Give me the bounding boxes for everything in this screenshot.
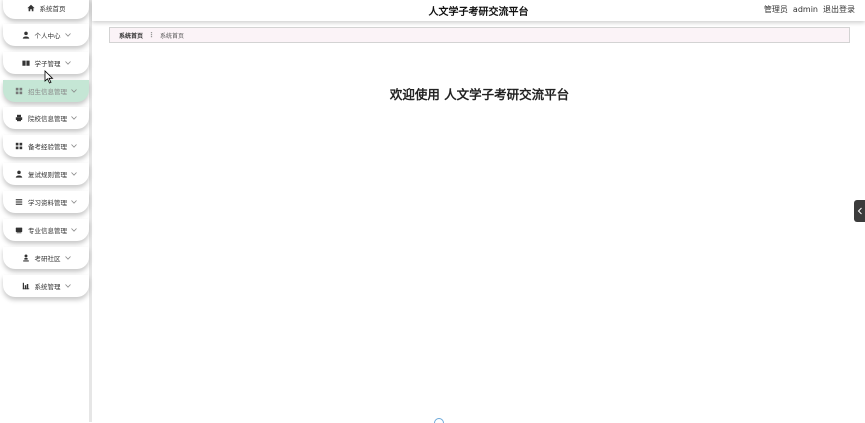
- sidebar-item-label: 备考经验管理: [28, 143, 67, 151]
- username: admin: [792, 5, 818, 14]
- sidebar-item-label: 招生信息管理: [28, 88, 67, 96]
- sidebar: 系统首页 个人中心 学子管理 招生信息管理 院校信息管理 备考经验管理 复试规则…: [0, 0, 92, 422]
- chevron-down-icon: [64, 61, 71, 65]
- list-icon: [15, 199, 23, 205]
- user-icon: [15, 170, 23, 178]
- sidebar-item-experience[interactable]: 备考经验管理: [3, 135, 89, 157]
- chevron-down-icon: [71, 228, 77, 232]
- book-icon: [21, 60, 30, 66]
- sidebar-item-community[interactable]: 考研社区: [3, 247, 89, 269]
- breadcrumb: 系统首页 ⋮ 系统首页: [109, 27, 850, 43]
- collapse-panel-button[interactable]: [854, 200, 865, 222]
- sidebar-item-label: 学子管理: [34, 60, 61, 68]
- chevron-down-icon: [64, 256, 71, 260]
- app-title: 人文学子考研交流平台: [428, 7, 529, 18]
- sidebar-item-label: 学习资料管理: [28, 199, 67, 207]
- sidebar-item-label: 系统首页: [39, 5, 66, 13]
- breadcrumb-current: 系统首页: [160, 32, 185, 40]
- grid-icon: [15, 87, 23, 95]
- sidebar-item-label: 个人中心: [34, 32, 61, 40]
- sidebar-item-label: 专业信息管理: [28, 227, 67, 235]
- chart-icon: [22, 282, 29, 290]
- sidebar-item-retest-rules[interactable]: 复试规则管理: [3, 163, 89, 185]
- chevron-down-icon: [64, 33, 71, 37]
- sidebar-item-label: 院校信息管理: [28, 115, 67, 123]
- sidebar-item-label: 复试规则管理: [28, 171, 67, 179]
- chevron-down-icon: [71, 89, 77, 93]
- chevron-down-icon: [71, 116, 77, 120]
- sidebar-item-schools[interactable]: 院校信息管理: [3, 107, 89, 129]
- sidebar-item-home[interactable]: 系统首页: [3, 0, 89, 19]
- home-icon: [26, 4, 35, 12]
- breadcrumb-separator: ⋮: [148, 31, 156, 39]
- loading-spinner-icon: [434, 418, 444, 423]
- top-header: 人文学子考研交流平台 管理员 admin 退出登录: [92, 0, 865, 21]
- logout-button[interactable]: 退出登录: [823, 5, 855, 14]
- chevron-down-icon: [64, 284, 71, 288]
- sidebar-item-system[interactable]: 系统管理: [3, 275, 89, 297]
- chevron-down-icon: [71, 172, 77, 176]
- mouse-cursor-icon: [44, 70, 54, 84]
- welcome-message: 欢迎使用 人文学子考研交流平台: [389, 87, 570, 102]
- user-icon: [22, 31, 29, 39]
- printer-icon: [15, 114, 23, 122]
- chevron-left-icon: [857, 207, 862, 215]
- sidebar-item-materials[interactable]: 学习资料管理: [3, 191, 89, 213]
- sidebar-item-label: 系统管理: [34, 283, 61, 291]
- person-stand-icon: [22, 254, 29, 262]
- user-info: 管理员 admin 退出登录: [759, 4, 855, 15]
- sidebar-item-profile[interactable]: 个人中心: [3, 24, 89, 46]
- chevron-down-icon: [71, 200, 77, 204]
- breadcrumb-home-link[interactable]: 系统首页: [119, 31, 143, 40]
- user-role: 管理员: [763, 5, 788, 14]
- card-icon: [15, 227, 23, 234]
- sidebar-item-label: 考研社区: [34, 255, 61, 263]
- grid-icon: [15, 142, 23, 150]
- chevron-down-icon: [71, 144, 77, 148]
- sidebar-item-majors[interactable]: 专业信息管理: [3, 219, 89, 241]
